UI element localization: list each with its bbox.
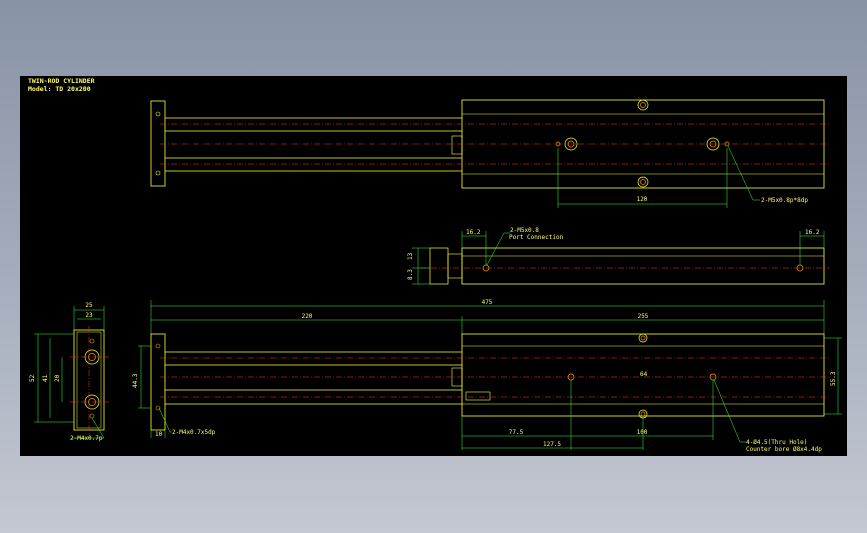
- dim-bot-c: 127.5: [543, 441, 561, 448]
- note-bot-hole: 4-Ø4.5(Thru Hole): [746, 439, 807, 446]
- dim-mid-right: 16.2: [805, 229, 820, 236]
- drawing-model: Model: TD 20x200: [28, 85, 91, 93]
- top-view: 120 2-M5x0.8p*8dp: [150, 99, 830, 208]
- note-end-thread: 2-M4x0.7x5dp: [172, 429, 216, 436]
- bottom-view: 475 220 255 64 44.3 55.3 10 2-M4x0.7x5dp…: [132, 299, 842, 453]
- top-end-plate: [150, 100, 166, 187]
- note-bot-hole-sub: Counter bore Ø8x4.4dp: [746, 446, 822, 453]
- note-mid-port-sub: Port Connection: [509, 234, 564, 241]
- dim-stroke: 220: [302, 313, 313, 320]
- middle-view: 16.2 16.2 2-M5x0.8 Port Connection 13 8.…: [407, 227, 830, 285]
- mid-end-plate: [429, 247, 449, 285]
- dim-end-h: 44.3: [132, 373, 139, 388]
- dim-mid-left: 16.2: [466, 229, 481, 236]
- dim-side-h-outer: 52: [29, 374, 36, 382]
- dim-mid-h1: 13: [407, 252, 414, 260]
- dim-overall: 475: [482, 299, 493, 306]
- dim-bot-a: 77.5: [509, 429, 524, 436]
- mark-center: 64: [640, 371, 648, 378]
- dim-right-h: 55.3: [830, 371, 837, 386]
- dim-side-w-inner: 23: [85, 312, 93, 319]
- cad-drawing-viewport[interactable]: TWIN-ROD CYLINDER Model: TD 20x200 120 2…: [20, 76, 847, 456]
- cad-drawing-canvas: TWIN-ROD CYLINDER Model: TD 20x200 120 2…: [28, 77, 842, 453]
- dim-top-spacing: 120: [637, 196, 648, 203]
- dim-side-h-inner: 20: [54, 374, 61, 382]
- dim-mid-h2: 8.3: [407, 269, 414, 280]
- note-top-thread: 2-M5x0.8p*8dp: [761, 197, 808, 204]
- dim-end-w: 10: [155, 431, 163, 438]
- note-side-thread: 2-M4x0.7p: [70, 435, 103, 442]
- nameplate: [465, 391, 491, 401]
- dim-side-w-outer: 25: [85, 302, 93, 309]
- drawing-title: TWIN-ROD CYLINDER: [28, 77, 95, 85]
- dim-side-h-mid: 41: [42, 374, 49, 382]
- dim-bot-b: 100: [637, 429, 648, 436]
- dim-body-len: 255: [638, 313, 649, 320]
- end-view: 25 23 52 41 20 2-M4x0.7p: [29, 302, 110, 442]
- note-mid-port: 2-M5x0.8: [510, 227, 539, 234]
- bottom-end-plate: [150, 333, 166, 431]
- mid-cylinder-body: [461, 247, 825, 285]
